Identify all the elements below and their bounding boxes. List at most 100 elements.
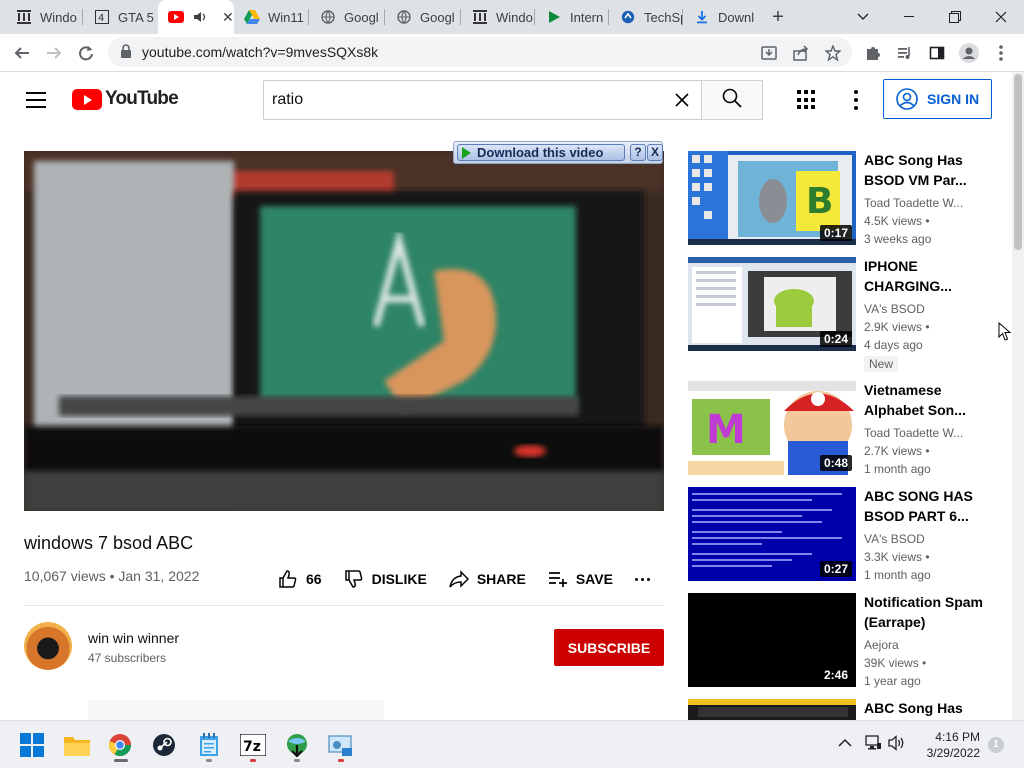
search-button[interactable]	[701, 80, 763, 120]
clear-search-icon[interactable]	[673, 91, 691, 109]
forward-arrow-icon[interactable]	[42, 41, 66, 65]
search-query-text[interactable]: ratio	[272, 91, 303, 109]
media-control-icon[interactable]	[893, 41, 917, 65]
minimize-button[interactable]	[886, 0, 932, 34]
video-title[interactable]: Notification Spam (Earrape)	[864, 592, 992, 632]
recommended-video[interactable]: 2:46 Notification Spam (Earrape) Aejora …	[688, 593, 998, 689]
restore-button[interactable]	[932, 0, 978, 34]
search-input[interactable]: ratio	[263, 80, 701, 120]
tab-gta5[interactable]: 4 GTA 5	[84, 0, 158, 34]
tab-windows-archive-1[interactable]: Windo	[6, 0, 80, 34]
channel-name[interactable]: Toad Toadette W...	[864, 426, 994, 440]
tab-google-2[interactable]: Googl	[386, 0, 460, 34]
volume-icon[interactable]	[888, 735, 906, 756]
media-player-icon[interactable]	[327, 731, 355, 759]
svg-text:B: B	[806, 181, 833, 222]
new-tab-button[interactable]: +	[766, 4, 790, 30]
dislike-button[interactable]: DISLIKE	[344, 569, 427, 589]
address-bar[interactable]: youtube.com/watch?v=9mvesSQXs8k	[108, 37, 852, 67]
network-icon[interactable]	[864, 735, 882, 756]
apps-grid-icon[interactable]	[797, 90, 817, 110]
save-button[interactable]: SAVE	[548, 569, 613, 589]
download-close-button[interactable]: X	[647, 144, 663, 161]
video-thumbnail[interactable]: B 0:17	[688, 151, 856, 245]
install-app-icon[interactable]	[757, 41, 781, 65]
recommended-video[interactable]: B 0:17 ABC Song Has BSOD VM Par... Toad …	[688, 151, 998, 247]
channel-avatar[interactable]	[24, 622, 72, 670]
video-player[interactable]	[24, 151, 664, 511]
back-arrow-icon[interactable]	[10, 41, 34, 65]
channel-name[interactable]: VA's BSOD	[864, 302, 994, 316]
video-thumbnail[interactable]	[688, 699, 856, 720]
like-button[interactable]: 66	[278, 569, 322, 589]
windows-start-icon[interactable]	[18, 731, 46, 759]
recommended-video[interactable]: ABC Song Has	[688, 699, 998, 720]
profile-avatar-icon[interactable]	[957, 41, 981, 65]
channel-name[interactable]: VA's BSOD	[864, 532, 994, 546]
recommended-video[interactable]: 0:24 IPHONE CHARGING... VA's BSOD 2.9K v…	[688, 257, 998, 373]
upload-age: 4 days ago	[864, 338, 923, 352]
tab-google-1[interactable]: Googl	[310, 0, 384, 34]
hamburger-menu-icon[interactable]	[26, 92, 46, 108]
show-hidden-icons-chevron-icon[interactable]	[838, 735, 852, 753]
tab-internet[interactable]: Intern	[536, 0, 608, 34]
video-thumbnail[interactable]: 0:27	[688, 487, 856, 581]
close-tab-icon[interactable]: ✕	[222, 9, 234, 26]
channel-name[interactable]: Toad Toadette W...	[864, 196, 994, 210]
recommended-video[interactable]: M 0:48 Vietnamese Alphabet Son... Toad T…	[688, 381, 998, 477]
youtube-logo[interactable]: YouTube	[72, 88, 179, 110]
video-thumbnail[interactable]: 2:46	[688, 593, 856, 687]
share-page-icon[interactable]	[789, 41, 813, 65]
download-video-toolbar: Download this video ? X	[453, 141, 663, 164]
page-scrollbar[interactable]	[1012, 72, 1024, 728]
download-video-button[interactable]: Download this video	[457, 144, 625, 161]
reload-icon[interactable]	[74, 41, 98, 65]
close-window-button[interactable]	[978, 0, 1024, 34]
channel-name[interactable]: Aejora	[864, 638, 994, 652]
tab-download[interactable]: Downl	[684, 0, 756, 34]
tab-label: TechSp	[644, 9, 682, 25]
lock-icon[interactable]	[120, 44, 136, 60]
extensions-puzzle-icon[interactable]	[861, 41, 885, 65]
chrome-icon[interactable]	[106, 731, 134, 759]
channel-name[interactable]: win win winner	[88, 630, 179, 646]
notepad-icon[interactable]	[195, 731, 223, 759]
system-clock[interactable]: 4:16 PM 3/29/2022	[910, 729, 980, 761]
internet-download-manager-icon[interactable]	[283, 731, 311, 759]
tab-label: Windo	[496, 9, 533, 25]
settings-more-icon[interactable]	[846, 88, 866, 112]
mouse-cursor-icon	[998, 322, 1012, 341]
video-title[interactable]: IPHONE CHARGING...	[864, 256, 992, 296]
video-title[interactable]: ABC SONG HAS BSOD PART 6...	[864, 486, 992, 526]
video-title[interactable]: ABC Song Has	[864, 699, 992, 718]
upload-age: 1 month ago	[864, 462, 931, 476]
notification-count-badge[interactable]: 1	[988, 737, 1004, 753]
tab-youtube-active[interactable]: ✕	[158, 0, 234, 34]
bookmark-star-icon[interactable]	[821, 41, 845, 65]
video-thumbnail[interactable]: M 0:48	[688, 381, 856, 475]
speaker-icon[interactable]	[192, 9, 208, 25]
7zip-icon[interactable]: 7z	[239, 731, 267, 759]
share-button[interactable]: SHARE	[449, 569, 526, 589]
download-help-button[interactable]: ?	[630, 144, 646, 161]
file-explorer-icon[interactable]	[63, 731, 91, 759]
url-text[interactable]: youtube.com/watch?v=9mvesSQXs8k	[142, 44, 378, 60]
tab-win11-drive[interactable]: Win11	[234, 0, 308, 34]
tab-windows-archive-2[interactable]: Windo	[462, 0, 536, 34]
active-app-indicator	[114, 759, 128, 762]
more-actions-icon[interactable]	[634, 577, 650, 581]
subscribe-button[interactable]: SUBSCRIBE	[554, 629, 664, 666]
video-title[interactable]: Vietnamese Alphabet Son...	[864, 380, 992, 420]
upload-age: 1 year ago	[864, 674, 921, 688]
chrome-menu-icon[interactable]	[989, 41, 1013, 65]
tab-search-chevron-icon[interactable]	[840, 0, 886, 34]
tab-techspot[interactable]: TechSp	[610, 0, 682, 34]
steam-icon[interactable]	[150, 731, 178, 759]
video-title[interactable]: ABC Song Has BSOD VM Par...	[864, 150, 992, 190]
tab-label: Downl	[718, 9, 755, 25]
recommended-video[interactable]: 0:27 ABC SONG HAS BSOD PART 6... VA's BS…	[688, 487, 998, 583]
side-panel-icon[interactable]	[925, 41, 949, 65]
sign-in-button[interactable]: SIGN IN	[883, 79, 992, 119]
scrollbar-thumb[interactable]	[1014, 74, 1022, 250]
video-thumbnail[interactable]: 0:24	[688, 257, 856, 351]
